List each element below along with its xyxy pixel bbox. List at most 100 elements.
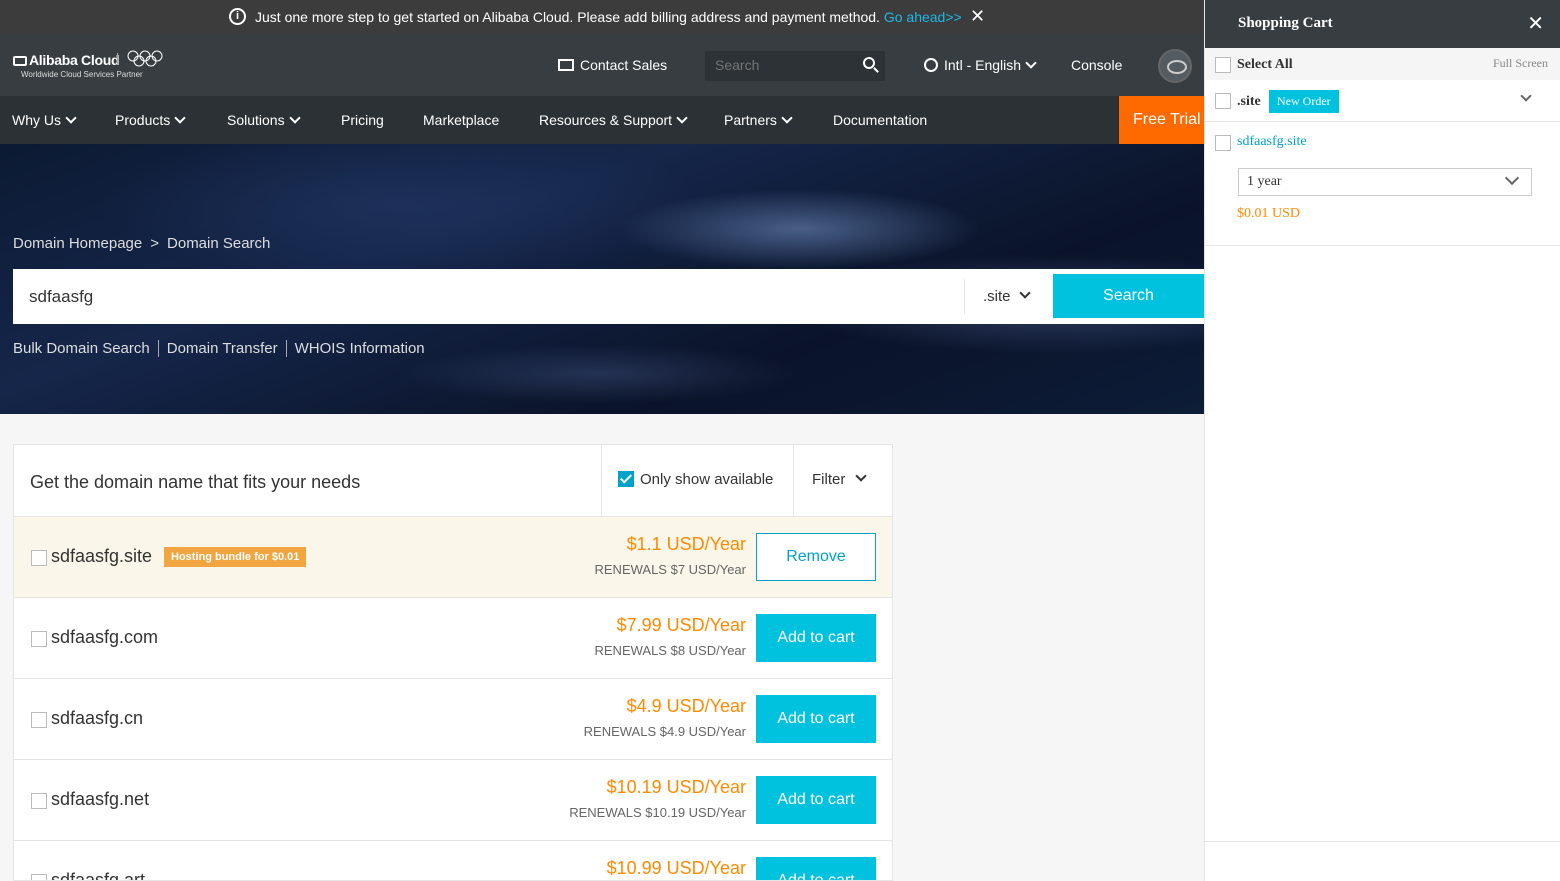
domain-price: $10.19 USD/Year [606, 777, 746, 797]
domain-hero: Domain Homepage>Domain Search .site Sear… [0, 144, 1204, 414]
group-label: .site [1237, 94, 1261, 109]
cart-header: Shopping Cart ✕ [1205, 0, 1560, 48]
row-checkbox[interactable] [31, 550, 47, 566]
domain-search-box: .site Search [13, 269, 1204, 324]
close-cart-icon[interactable]: ✕ [1527, 11, 1544, 36]
filter-dropdown[interactable]: Filter [793, 445, 892, 517]
nav-products[interactable]: Products [115, 112, 186, 128]
shopping-cart-panel: Shopping Cart ✕ Select All Full Screen .… [1204, 0, 1560, 881]
chevron-down-icon [1018, 287, 1031, 299]
close-icon[interactable]: ✕ [970, 6, 985, 27]
only-available-toggle[interactable]: Only show available [601, 445, 793, 517]
breadcrumb: Domain Homepage > Domain Search [13, 235, 271, 252]
table-row: sdfaasfg.cn $4.9 USD/Year RENEWALS $4.9 … [14, 679, 892, 760]
results-header: Get the domain name that fits your needs… [14, 445, 892, 517]
add-to-cart-button[interactable]: Add to cart [756, 695, 876, 743]
envelope-icon [558, 59, 574, 71]
add-to-cart-button[interactable]: Add to cart [756, 776, 876, 824]
nav-partners[interactable]: Partners [724, 112, 793, 128]
domain-name: sdfaasfg.com [51, 627, 159, 647]
domain-price: $1.1 USD/Year [626, 534, 746, 554]
chevron-down-icon [781, 112, 793, 124]
add-to-cart-button[interactable]: Add to cart [756, 857, 876, 880]
domain-results: Get the domain name that fits your needs… [13, 444, 893, 881]
globe-icon [924, 58, 938, 72]
domain-transfer-link[interactable]: Domain Transfer [157, 340, 286, 357]
table-row: sdfaasfg.site Hosting bundle for $0.01 $… [14, 517, 892, 598]
item-checkbox[interactable] [1215, 135, 1231, 151]
checkbox-checked-icon[interactable] [618, 471, 634, 487]
nav-pricing[interactable]: Pricing [341, 112, 384, 128]
language-selector[interactable]: Intl - English [924, 57, 1037, 73]
bulk-domain-search-link[interactable]: Bulk Domain Search [13, 340, 158, 357]
domain-name: sdfaasfg.net [51, 789, 150, 809]
cart-item: sdfaasfg.site 1 year $0.01 USD [1205, 122, 1560, 246]
full-screen-link[interactable]: Full Screen [1493, 56, 1548, 71]
domain-search-button[interactable]: Search [1053, 274, 1204, 318]
contact-sales-link[interactable]: Contact Sales [558, 57, 667, 73]
alibaba-cloud-logo[interactable]: Alibaba Cloud Worldwide Cloud Services P… [13, 50, 163, 79]
select-all-bar: Select All Full Screen [1205, 48, 1560, 80]
table-row: sdfaasfg.net $10.19 USD/Year RENEWALS $1… [14, 760, 892, 841]
chevron-down-icon [855, 470, 868, 482]
go-ahead-link[interactable]: Go ahead>> [884, 9, 962, 25]
chevron-down-icon[interactable] [1520, 90, 1532, 102]
group-checkbox[interactable] [1215, 93, 1231, 109]
row-checkbox[interactable] [31, 631, 47, 647]
row-checkbox[interactable] [31, 793, 47, 809]
add-to-cart-button[interactable]: Add to cart [756, 614, 876, 662]
renewal-price: RENEWALS $4.9 USD/Year [583, 724, 746, 739]
chevron-down-icon [174, 112, 186, 124]
nav-solutions[interactable]: Solutions [227, 112, 301, 128]
select-all-checkbox[interactable] [1215, 57, 1231, 73]
free-trial-button[interactable]: Free Trial [1119, 96, 1204, 144]
chevron-down-icon [1504, 170, 1520, 186]
console-link[interactable]: Console [1071, 57, 1122, 73]
search-icon[interactable] [863, 57, 875, 69]
nav-why-us[interactable]: Why Us [12, 112, 77, 128]
duration-select[interactable]: 1 year [1238, 168, 1532, 196]
nav-documentation[interactable]: Documentation [833, 112, 927, 128]
nav-marketplace[interactable]: Marketplace [423, 112, 499, 128]
main-nav: Why Us Products Solutions Pricing Market… [0, 96, 1204, 144]
domain-price: $10.99 USD/Year [606, 858, 746, 878]
top-header: Alibaba Cloud Worldwide Cloud Services P… [0, 34, 1204, 96]
domain-search-input[interactable] [13, 269, 963, 324]
breadcrumb-domain-homepage[interactable]: Domain Homepage [13, 235, 142, 252]
renewal-price: RENEWALS $8 USD/Year [594, 643, 747, 658]
select-all-label[interactable]: Select All [1237, 57, 1293, 73]
nav-resources-support[interactable]: Resources & Support [539, 112, 688, 128]
cart-item-domain[interactable]: sdfaasfg.site [1237, 134, 1307, 150]
breadcrumb-domain-search[interactable]: Domain Search [167, 235, 270, 252]
domain-name: sdfaasfg.art [51, 870, 146, 881]
notice-text: Just one more step to get started on Ali… [255, 9, 962, 25]
chevron-down-icon [65, 112, 77, 124]
domain-tool-links: Bulk Domain Search Domain Transfer WHOIS… [13, 340, 433, 357]
tld-select[interactable]: .site [964, 279, 1053, 314]
table-row: sdfaasfg.art $10.99 USD/Year Add to cart [14, 841, 892, 881]
table-row: sdfaasfg.com $7.99 USD/Year RENEWALS $8 … [14, 598, 892, 679]
cart-item-price: $0.01 USD [1237, 206, 1301, 221]
remove-button[interactable]: Remove [756, 533, 876, 581]
cart-title: Shopping Cart [1238, 15, 1333, 31]
domain-price: $7.99 USD/Year [616, 615, 746, 635]
renewal-price: RENEWALS $7 USD/Year [594, 562, 747, 577]
chevron-down-icon [288, 112, 301, 124]
chevron-down-icon [1025, 57, 1037, 69]
renewal-price: RENEWALS $10.19 USD/Year [569, 805, 746, 820]
domain-price: $4.9 USD/Year [626, 696, 746, 716]
chevron-down-icon [676, 112, 688, 124]
row-checkbox[interactable] [31, 712, 47, 728]
whois-information-link[interactable]: WHOIS Information [285, 340, 433, 357]
domain-name: sdfaasfg.cn [51, 708, 144, 728]
notice-bar: i Just one more step to get started on A… [0, 0, 1204, 34]
row-checkbox[interactable] [31, 874, 47, 880]
olympic-rings-icon [127, 50, 163, 67]
header-search[interactable] [705, 51, 885, 81]
domain-name: sdfaasfg.site [51, 546, 153, 566]
info-icon: i [229, 8, 246, 25]
results-title: Get the domain name that fits your needs [30, 472, 361, 492]
user-avatar[interactable] [1158, 49, 1192, 83]
new-order-badge: New Order [1269, 90, 1339, 113]
header-search-input[interactable] [705, 51, 855, 79]
